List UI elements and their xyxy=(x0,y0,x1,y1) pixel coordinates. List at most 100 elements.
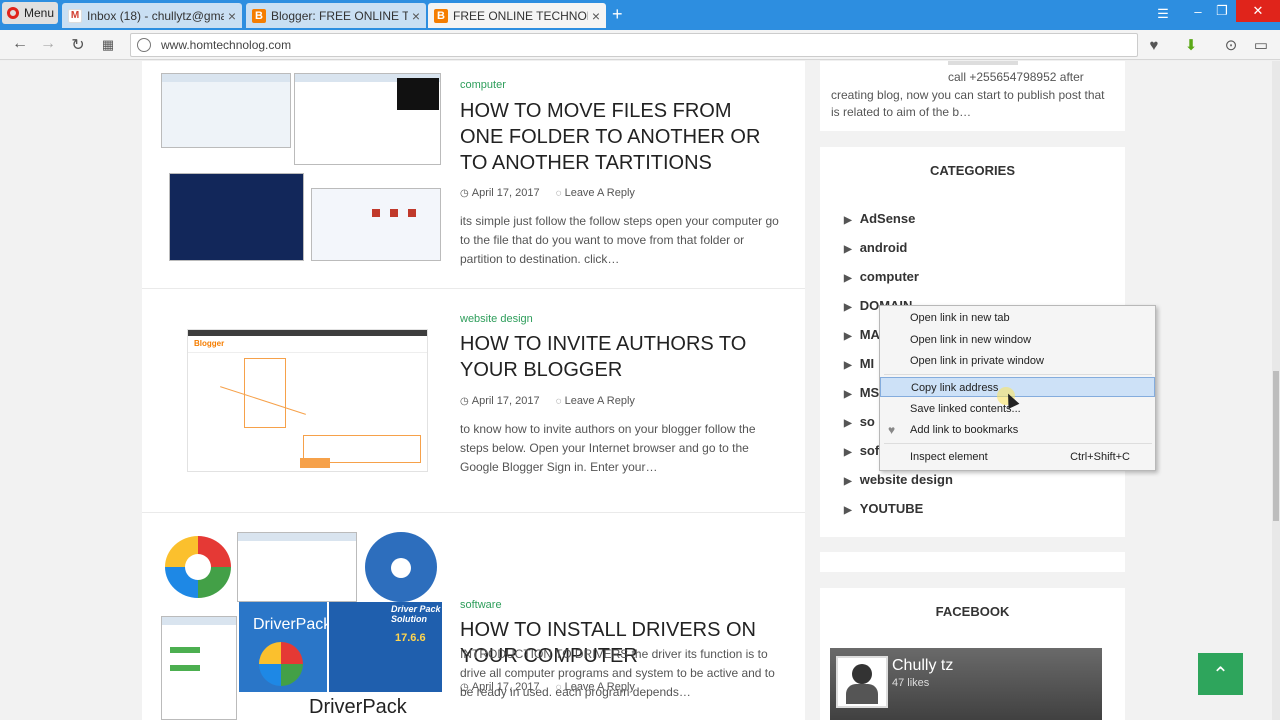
post-date: ◷ April 17, 2017 xyxy=(460,395,540,407)
tab-title: Blogger: FREE ONLINE TEC xyxy=(271,8,408,23)
close-tab-icon[interactable]: × xyxy=(412,8,420,24)
page-scrollbar[interactable] xyxy=(1272,61,1280,720)
driverpack-banner-text: DriverPack xyxy=(309,696,407,718)
speed-dial-icon[interactable]: ▦ xyxy=(98,37,118,53)
scrollbar-thumb[interactable] xyxy=(1273,371,1279,521)
battery-icon: ▭ xyxy=(1253,37,1269,54)
category-item[interactable]: ▶ website design xyxy=(844,472,953,487)
tab-homtechnolog[interactable]: B FREE ONLINE TECHNOLOG × xyxy=(428,3,606,28)
close-tab-icon[interactable]: × xyxy=(228,8,236,24)
arrow-right-icon: ▶ xyxy=(844,331,852,342)
post-list: computer HOW TO MOVE FILES FROM ONE FOLD… xyxy=(142,61,805,720)
tab-bar: Menu M Inbox (18) - chullytz@gma × B Blo… xyxy=(0,0,1280,30)
comment-icon: ◌ xyxy=(555,396,562,407)
arrow-right-icon: ▶ xyxy=(844,447,852,458)
arrow-right-icon: ▶ xyxy=(844,273,852,284)
tab-blogger[interactable]: B Blogger: FREE ONLINE TEC × xyxy=(246,3,426,28)
tab-inbox[interactable]: M Inbox (18) - chullytz@gma × xyxy=(62,3,242,28)
category-item[interactable]: ▶ sof xyxy=(844,443,879,458)
close-tab-icon[interactable]: × xyxy=(592,8,600,24)
window-close-icon[interactable]: ✕ xyxy=(1236,0,1280,22)
facebook-title: FACEBOOK xyxy=(935,604,1010,619)
post-meta: ◷ April 17, 2017 ◌ Leave A Reply xyxy=(460,395,635,407)
opera-logo-icon xyxy=(7,7,19,19)
menu-item-inspect-element[interactable]: Inspect element Ctrl+Shift+C xyxy=(880,447,1155,467)
post-category[interactable]: software xyxy=(460,599,502,611)
menu-separator xyxy=(884,374,1152,375)
post-reply-link[interactable]: ◌ Leave A Reply xyxy=(556,395,635,407)
scroll-to-top-button[interactable]: ⌃ xyxy=(1198,653,1243,695)
arrow-right-icon: ▶ xyxy=(844,215,852,226)
tab-title: Inbox (18) - chullytz@gma xyxy=(87,8,224,23)
category-item[interactable]: ▶ so xyxy=(844,414,875,429)
heart-icon: ♥ xyxy=(888,423,896,437)
category-item[interactable]: ▶ android xyxy=(844,240,907,255)
driverpack-solution-text: Driver Pack Solution xyxy=(391,604,441,624)
post-item: Blogger website design HOW TO INVITE AUT… xyxy=(142,289,805,512)
blogger-logo: Blogger xyxy=(194,339,225,348)
arrow-right-icon: ▶ xyxy=(844,505,852,516)
post-title[interactable]: HOW TO INVITE AUTHORS TO YOUR BLOGGER xyxy=(460,331,780,383)
menu-separator xyxy=(884,443,1152,444)
menu-item-add-to-bookmarks[interactable]: ♥ Add link to bookmarks xyxy=(880,420,1155,440)
arrow-right-icon: ▶ xyxy=(844,476,852,487)
post-category[interactable]: website design xyxy=(460,313,533,325)
categories-title: CATEGORIES xyxy=(930,163,1015,178)
post-item: computer HOW TO MOVE FILES FROM ONE FOLD… xyxy=(142,61,805,288)
avatar[interactable] xyxy=(836,656,888,708)
clock-icon: ◷ xyxy=(460,396,469,407)
arrow-right-icon: ▶ xyxy=(844,360,852,371)
clock-icon: ◷ xyxy=(460,188,469,199)
menu-item-open-new-window[interactable]: Open link in new window xyxy=(880,330,1155,350)
reload-icon[interactable]: ↻ xyxy=(68,35,88,55)
back-icon[interactable]: ← xyxy=(10,35,30,53)
arrow-right-icon: ▶ xyxy=(844,302,852,313)
shortcut-label: Ctrl+Shift+C xyxy=(1070,451,1130,463)
facebook-page-plugin[interactable]: Chully tz 47 likes xyxy=(830,648,1102,720)
category-item[interactable]: ▶ YOUTUBE xyxy=(844,501,923,516)
about-text: creating blog, now you can start to publ… xyxy=(831,88,1105,119)
menu-item-open-new-tab[interactable]: Open link in new tab xyxy=(880,308,1155,328)
post-excerpt: to know how to invite authors on your bl… xyxy=(460,422,756,474)
driverpack-version-text: 17.6.6 xyxy=(395,632,426,644)
chevron-up-icon: ⌃ xyxy=(1212,663,1229,686)
post-title[interactable]: HOW TO MOVE FILES FROM ONE FOLDER TO ANO… xyxy=(460,98,780,176)
forward-icon[interactable]: → xyxy=(38,35,58,53)
category-item[interactable]: ▶ computer xyxy=(844,269,919,284)
post-excerpt: its simple just follow the follow steps … xyxy=(460,214,779,266)
post-thumbnail[interactable]: Blogger xyxy=(187,329,428,472)
post-excerpt: INTRODUCTION TO DRIVERS the driver its f… xyxy=(460,647,775,699)
menu-item-copy-link-address[interactable]: Copy link address xyxy=(880,377,1155,397)
category-item[interactable]: ▶ MI xyxy=(844,356,874,371)
blogger-icon: B xyxy=(252,8,266,23)
new-tab-icon[interactable]: + xyxy=(612,4,623,25)
downloads-icon[interactable]: ⊙ xyxy=(1220,34,1242,56)
facebook-likes: 47 likes xyxy=(892,677,930,689)
bookmark-heart-icon[interactable]: ♥ xyxy=(1143,34,1165,56)
url-text: www.homtechnolog.com xyxy=(161,38,292,52)
post-thumbnail[interactable] xyxy=(161,73,441,261)
maximize-icon[interactable]: ❐ xyxy=(1210,0,1234,22)
arrow-right-icon: ▶ xyxy=(844,418,852,429)
facebook-page-name[interactable]: Chully tz xyxy=(892,657,953,675)
download-extension-icon[interactable]: ⬇ xyxy=(1180,34,1202,56)
category-item[interactable]: ▶ MS xyxy=(844,385,879,400)
post-category[interactable]: computer xyxy=(460,79,506,91)
comment-icon: ◌ xyxy=(555,188,562,199)
post-reply-link[interactable]: ◌ Leave A Reply xyxy=(556,187,635,199)
context-menu: Open link in new tab Open link in new wi… xyxy=(879,305,1156,471)
driverpack-text: DriverPack xyxy=(253,616,332,633)
url-field[interactable]: www.homtechnolog.com xyxy=(130,33,1138,57)
tab-menu-icon[interactable]: ☰ xyxy=(1150,3,1176,25)
post-thumbnail[interactable]: DriverPack Driver Pack Solution 17.6.6 D… xyxy=(161,532,442,720)
blogger-icon: B xyxy=(434,8,448,23)
opera-menu-button[interactable]: Menu xyxy=(2,2,58,24)
minimize-icon[interactable]: – xyxy=(1186,0,1210,22)
globe-icon xyxy=(137,38,151,52)
menu-item-open-private-window[interactable]: Open link in private window xyxy=(880,351,1155,371)
category-item[interactable]: ▶ AdSense xyxy=(844,211,915,226)
post-meta: ◷ April 17, 2017 ◌ Leave A Reply xyxy=(460,187,635,199)
arrow-right-icon: ▶ xyxy=(844,389,852,400)
gmail-icon: M xyxy=(68,8,82,23)
category-item[interactable]: ▶ MA xyxy=(844,327,880,342)
